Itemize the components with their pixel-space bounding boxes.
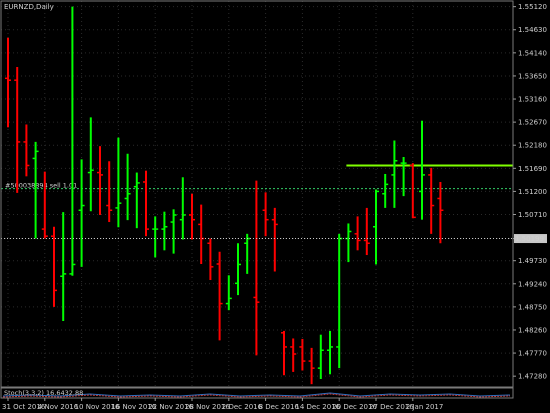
order-label: #500038894 sell 1.01 [5, 182, 77, 190]
y-tick-label: 1.47280 [518, 373, 547, 381]
y-tick-label: 1.52180 [518, 142, 547, 150]
x-tick-label: 8 Dec 2016 [259, 403, 300, 411]
y-tick-label: 1.54630 [518, 26, 547, 34]
chart-title: EURNZD,Daily [4, 3, 54, 11]
x-tick-label: 2 Jan 2017 [406, 403, 444, 411]
y-tick-label: 1.51690 [518, 165, 547, 173]
x-tick-label: 2 Dec 2016 [222, 403, 263, 411]
y-tick-label: 1.49240 [518, 280, 547, 288]
indicator-label: Stoch(3,3,2) 16.6432.88 [4, 389, 83, 397]
y-tick-label: 1.47770 [518, 350, 547, 358]
current-price-value: 1.50199 [515, 235, 544, 243]
x-tick-label: 4 Nov 2016 [38, 403, 79, 411]
y-tick-label: 1.53160 [518, 96, 547, 104]
current-price-tag: 1.50199 [514, 234, 547, 244]
price-chart[interactable]: #500038894 sell 1.01 Stoch(3,3,2) 16.643… [0, 0, 550, 413]
y-tick-label: 1.48260 [518, 326, 547, 334]
y-tick-label: 1.51200 [518, 188, 547, 196]
y-tick-label: 1.53650 [518, 72, 547, 80]
y-tick-label: 1.52670 [518, 119, 547, 127]
y-tick-label: 1.49730 [518, 257, 547, 265]
y-tick-label: 1.55120 [518, 3, 547, 11]
y-tick-label: 1.54140 [518, 49, 547, 57]
y-tick-label: 1.50710 [518, 211, 547, 219]
y-tick-label: 1.48750 [518, 303, 547, 311]
